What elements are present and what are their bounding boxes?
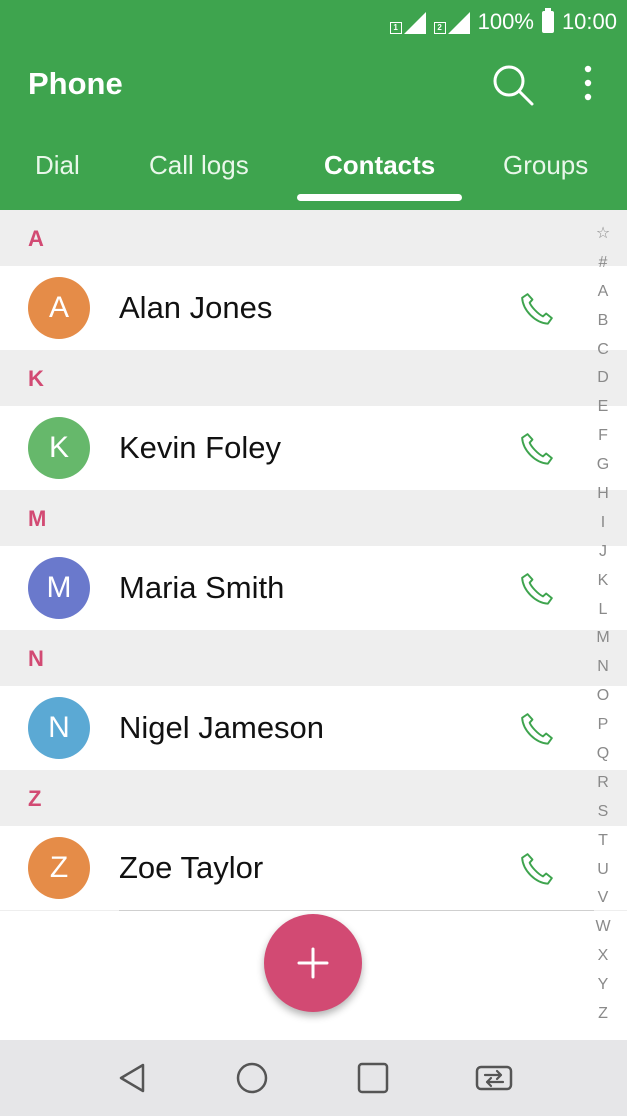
signal-icon <box>447 12 470 34</box>
status-bar: 1 2 100% 10:00 <box>0 0 627 44</box>
alphabet-index[interactable]: ☆ # A B C D E F G H I J K L M N O P Q R … <box>590 220 616 1029</box>
sim2-badge: 2 <box>433 22 446 34</box>
avatar[interactable]: K <box>28 417 90 479</box>
index-letter[interactable]: E <box>590 393 616 422</box>
add-contact-button[interactable] <box>264 914 362 1012</box>
index-letter[interactable]: V <box>590 884 616 913</box>
back-icon[interactable] <box>113 1058 153 1098</box>
search-button[interactable] <box>490 62 536 108</box>
divider <box>119 910 594 911</box>
section-letter: M <box>28 506 47 531</box>
phone-icon[interactable] <box>516 288 558 330</box>
recents-icon[interactable] <box>353 1058 393 1098</box>
sim2-signal: 2 <box>433 10 470 34</box>
index-letter[interactable]: C <box>590 336 616 365</box>
index-letter[interactable]: N <box>590 653 616 682</box>
index-letter[interactable]: M <box>590 624 616 653</box>
tab-bar: Dial Call logs Contacts Groups <box>0 140 627 210</box>
index-letter[interactable]: B <box>590 307 616 336</box>
tab-dial[interactable]: Dial <box>35 150 80 181</box>
index-letter[interactable]: P <box>590 711 616 740</box>
contact-list: A A Alan Jones K K Kevin Foley M M Maria… <box>0 210 627 910</box>
active-tab-indicator <box>297 194 462 201</box>
clock: 10:00 <box>561 9 617 34</box>
section-letter: A <box>28 226 44 251</box>
app-bar: Phone Dial Call logs Contacts Groups <box>0 44 627 210</box>
index-letter[interactable]: T <box>590 827 616 856</box>
avatar[interactable]: A <box>28 277 90 339</box>
section-letter: N <box>28 646 44 671</box>
tab-call-logs[interactable]: Call logs <box>149 150 249 181</box>
index-letter[interactable]: S <box>590 798 616 827</box>
contact-name: Nigel Jameson <box>119 710 325 745</box>
home-icon[interactable] <box>232 1058 272 1098</box>
index-letter[interactable]: W <box>590 913 616 942</box>
index-letter[interactable]: Q <box>590 740 616 769</box>
index-letter[interactable]: K <box>590 567 616 596</box>
tab-groups[interactable]: Groups <box>503 150 588 181</box>
system-nav-bar <box>0 1040 627 1116</box>
index-letter[interactable]: Y <box>590 971 616 1000</box>
contact-name: Kevin Foley <box>119 430 281 465</box>
index-letter[interactable]: H <box>590 480 616 509</box>
index-letter[interactable]: R <box>590 769 616 798</box>
sim1-signal: 1 <box>389 10 426 34</box>
more-vert-icon <box>584 65 592 101</box>
index-letter[interactable]: L <box>590 596 616 625</box>
contact-row[interactable]: A Alan Jones <box>0 266 627 350</box>
avatar[interactable]: M <box>28 557 90 619</box>
phone-icon[interactable] <box>516 428 558 470</box>
section-header: N <box>0 630 627 686</box>
contact-name: Alan Jones <box>119 290 273 325</box>
index-letter[interactable]: O <box>590 682 616 711</box>
plus-icon <box>297 947 329 979</box>
section-letter: Z <box>28 786 42 811</box>
index-letter[interactable]: X <box>590 942 616 971</box>
index-letter[interactable]: I <box>590 509 616 538</box>
avatar[interactable]: N <box>28 697 90 759</box>
section-header: A <box>0 210 627 266</box>
section-header: K <box>0 350 627 406</box>
search-icon <box>493 65 534 106</box>
phone-icon[interactable] <box>516 848 558 890</box>
index-letter[interactable]: F <box>590 422 616 451</box>
index-letter[interactable]: A <box>590 278 616 307</box>
tab-contacts[interactable]: Contacts <box>324 150 435 181</box>
index-letter[interactable]: D <box>590 364 616 393</box>
index-letter[interactable]: ☆ <box>590 220 616 249</box>
contact-name: Maria Smith <box>119 570 285 605</box>
section-letter: K <box>28 366 44 391</box>
contact-row[interactable]: K Kevin Foley <box>0 406 627 490</box>
index-letter[interactable]: G <box>590 451 616 480</box>
index-letter[interactable]: U <box>590 856 616 885</box>
contact-row[interactable]: M Maria Smith <box>0 546 627 630</box>
battery-percent: 100% <box>477 9 534 34</box>
contact-row[interactable]: N Nigel Jameson <box>0 686 627 770</box>
sim1-badge: 1 <box>389 22 402 34</box>
phone-icon[interactable] <box>516 568 558 610</box>
signal-icon <box>403 12 426 34</box>
battery-icon <box>541 8 554 33</box>
contact-row[interactable]: Z Zoe Taylor <box>0 826 627 910</box>
avatar[interactable]: Z <box>28 837 90 899</box>
section-header: M <box>0 490 627 546</box>
switch-icon[interactable] <box>474 1058 514 1098</box>
more-options-button[interactable] <box>570 62 606 108</box>
section-header: Z <box>0 770 627 826</box>
index-letter[interactable]: # <box>590 249 616 278</box>
index-letter[interactable]: Z <box>590 1000 616 1029</box>
contact-name: Zoe Taylor <box>119 850 264 885</box>
app-title: Phone <box>28 66 123 101</box>
phone-icon[interactable] <box>516 708 558 750</box>
index-letter[interactable]: J <box>590 538 616 567</box>
